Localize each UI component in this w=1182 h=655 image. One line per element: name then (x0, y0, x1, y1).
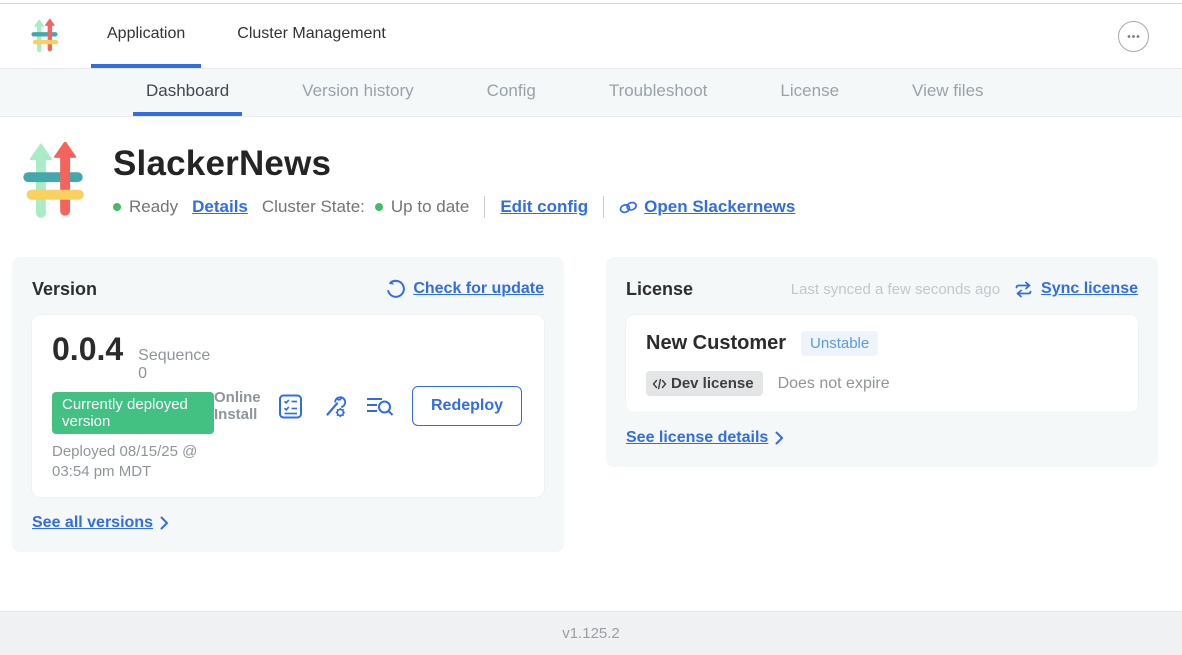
license-details-panel: New Customer Unstable Dev license Does n… (626, 315, 1138, 412)
redeploy-button[interactable]: Redeploy (412, 386, 522, 426)
ellipsis-icon (1126, 29, 1141, 44)
tab-application[interactable]: Application (91, 4, 201, 68)
tab-cluster-management[interactable]: Cluster Management (221, 4, 402, 68)
version-sequence: Sequence 0 (138, 347, 214, 383)
cluster-state-text: Up to date (391, 197, 469, 217)
chevron-right-icon (775, 431, 784, 445)
license-type-badge: Dev license (646, 371, 763, 396)
subnav-view-files-label: View files (912, 81, 984, 101)
edit-config-link[interactable]: Edit config (500, 197, 588, 217)
dashboard-content: SlackerNews Ready Details Cluster State:… (0, 117, 1182, 611)
version-number: 0.0.4 (52, 331, 123, 368)
masthead: Application Cluster Management (0, 4, 1182, 69)
status-details-link[interactable]: Details (192, 197, 248, 217)
subnav-troubleshoot-label: Troubleshoot (609, 81, 708, 101)
tab-cluster-management-label: Cluster Management (237, 25, 386, 43)
version-card-title: Version (32, 279, 97, 300)
refresh-icon (385, 279, 405, 299)
masthead-right (1118, 4, 1182, 68)
check-for-update-link[interactable]: Check for update (385, 279, 544, 299)
channel-badge: Unstable (801, 331, 878, 356)
license-card: License Last synced a few seconds ago Sy… (606, 257, 1158, 467)
license-type-label: Dev license (671, 375, 754, 392)
divider (484, 196, 485, 218)
subnav-config-label: Config (487, 81, 536, 101)
subnav-view-files[interactable]: View files (899, 69, 997, 116)
console-version: v1.125.2 (562, 625, 620, 642)
cluster-state-dot-icon (375, 203, 383, 211)
deployed-status-badge: Currently deployed version (52, 392, 214, 434)
subnav-license-label: License (780, 81, 839, 101)
license-expiration: Does not expire (778, 375, 890, 393)
app-status-row: Ready Details Cluster State: Up to date … (113, 196, 795, 218)
see-all-versions-label: See all versions (32, 514, 153, 532)
overflow-menu-button[interactable] (1118, 21, 1149, 52)
subnav-config[interactable]: Config (474, 69, 549, 116)
sync-license-link[interactable]: Sync license (1014, 280, 1138, 298)
sync-license-label: Sync license (1041, 280, 1138, 298)
cluster-state-label: Cluster State: (262, 197, 365, 217)
sync-arrows-icon (1014, 281, 1033, 298)
see-license-details-link[interactable]: See license details (626, 429, 1138, 447)
license-card-title: License (626, 279, 693, 300)
deployed-timestamp: Deployed 08/15/25 @ 03:54 pm MDT (52, 442, 214, 481)
preflight-checks-icon[interactable] (277, 393, 304, 420)
footer: v1.125.2 (0, 611, 1182, 655)
page-title: SlackerNews (113, 144, 795, 184)
subnav-version-history-label: Version history (302, 81, 414, 101)
version-card: Version Check for update 0.0.4 Sequence … (12, 257, 564, 552)
divider (603, 196, 604, 218)
app-logo-large-icon (20, 142, 86, 220)
link-icon (619, 200, 638, 215)
app-status-dot-icon (113, 203, 121, 211)
tab-application-label: Application (107, 25, 185, 43)
app-header: SlackerNews Ready Details Cluster State:… (0, 117, 1182, 220)
code-icon (652, 378, 667, 390)
version-diff-icon[interactable] (365, 393, 395, 419)
app-logo-icon (30, 18, 59, 54)
app-status-text: Ready (129, 197, 178, 217)
open-app-label: Open Slackernews (644, 197, 795, 217)
open-app-link[interactable]: Open Slackernews (619, 197, 795, 217)
subnav-dashboard[interactable]: Dashboard (133, 69, 242, 116)
see-all-versions-link[interactable]: See all versions (32, 514, 544, 532)
app-subnav: Dashboard Version history Config Trouble… (0, 69, 1182, 117)
subnav-license[interactable]: License (767, 69, 852, 116)
last-synced-text: Last synced a few seconds ago (791, 281, 1000, 298)
chevron-right-icon (160, 516, 169, 530)
install-type-label: Online Install (214, 389, 260, 424)
check-for-update-label: Check for update (413, 280, 544, 298)
subnav-dashboard-label: Dashboard (146, 81, 229, 101)
subnav-troubleshoot[interactable]: Troubleshoot (596, 69, 721, 116)
subnav-version-history[interactable]: Version history (289, 69, 427, 116)
dashboard-cards: Version Check for update 0.0.4 Sequence … (0, 220, 1182, 552)
config-edit-icon[interactable] (321, 393, 348, 420)
version-info: 0.0.4 Sequence 0 Currently deployed vers… (52, 331, 214, 481)
version-actions: Online Install (214, 386, 524, 426)
see-license-details-label: See license details (626, 429, 768, 447)
current-version-panel: 0.0.4 Sequence 0 Currently deployed vers… (32, 315, 544, 497)
customer-name: New Customer (646, 332, 786, 355)
